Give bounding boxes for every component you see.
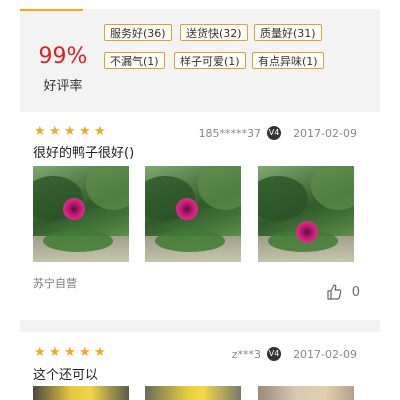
- star-icon: ★: [94, 345, 106, 360]
- tag-odor[interactable]: 有点异味(1): [252, 52, 324, 69]
- review-text: 这个还可以: [33, 368, 99, 383]
- reviewer-name: 185*****37: [198, 126, 262, 140]
- tag-quality[interactable]: 质量好(31): [254, 24, 322, 41]
- review-text: 很好的鸭子很好(): [33, 146, 135, 161]
- star-icon: ★: [49, 345, 61, 360]
- review-meta: 185*****37 V4 2017-02-09: [199, 126, 357, 140]
- review-photo[interactable]: [258, 386, 354, 400]
- star-icon: ★: [49, 124, 61, 139]
- flower-image: [176, 198, 198, 220]
- positive-rate-value: 99%: [38, 44, 88, 69]
- star-icon: ★: [34, 345, 46, 360]
- review-rating: ★ ★ ★ ★ ★: [34, 346, 108, 359]
- star-icon: ★: [79, 124, 91, 139]
- tag-no-leak[interactable]: 不漏气(1): [104, 52, 165, 69]
- tag-delivery[interactable]: 送货快(32): [180, 24, 248, 41]
- tag-service[interactable]: 服务好(36): [104, 24, 172, 41]
- star-icon: ★: [64, 345, 76, 360]
- flower-image: [296, 221, 318, 243]
- star-icon: ★: [64, 124, 76, 139]
- vip-badge-icon: V4: [267, 126, 282, 140]
- vip-badge-icon: V4: [267, 347, 282, 361]
- review-meta: z***3 V4 2017-02-09: [232, 347, 357, 361]
- star-icon: ★: [34, 124, 46, 139]
- review-photo[interactable]: [33, 166, 129, 262]
- star-icon: ★: [94, 124, 106, 139]
- review-rating: ★ ★ ★ ★ ★: [34, 125, 108, 138]
- like-count: 0: [351, 284, 360, 300]
- review-photo[interactable]: [145, 166, 241, 262]
- section-divider: [20, 320, 380, 332]
- flower-image: [63, 198, 85, 220]
- seller-label: 苏宁自营: [33, 277, 77, 290]
- reviewer-name: z***3: [231, 347, 262, 361]
- review-photo[interactable]: [33, 386, 129, 400]
- tab-indicator: [20, 9, 83, 11]
- review-date: 2017-02-09: [293, 126, 357, 140]
- tag-cute[interactable]: 样子可爱(1): [174, 52, 246, 69]
- review-date: 2017-02-09: [293, 347, 357, 361]
- positive-rate-label: 好评率: [43, 79, 83, 94]
- like-button[interactable]: 0: [326, 284, 360, 300]
- rating-summary: 99% 好评率 服务好(36) 送货快(32) 质量好(31) 不漏气(1) 样…: [20, 9, 380, 112]
- review-photo[interactable]: [258, 166, 354, 262]
- thumbs-up-icon: [327, 284, 342, 300]
- star-icon: ★: [79, 345, 91, 360]
- review-photo[interactable]: [145, 386, 241, 400]
